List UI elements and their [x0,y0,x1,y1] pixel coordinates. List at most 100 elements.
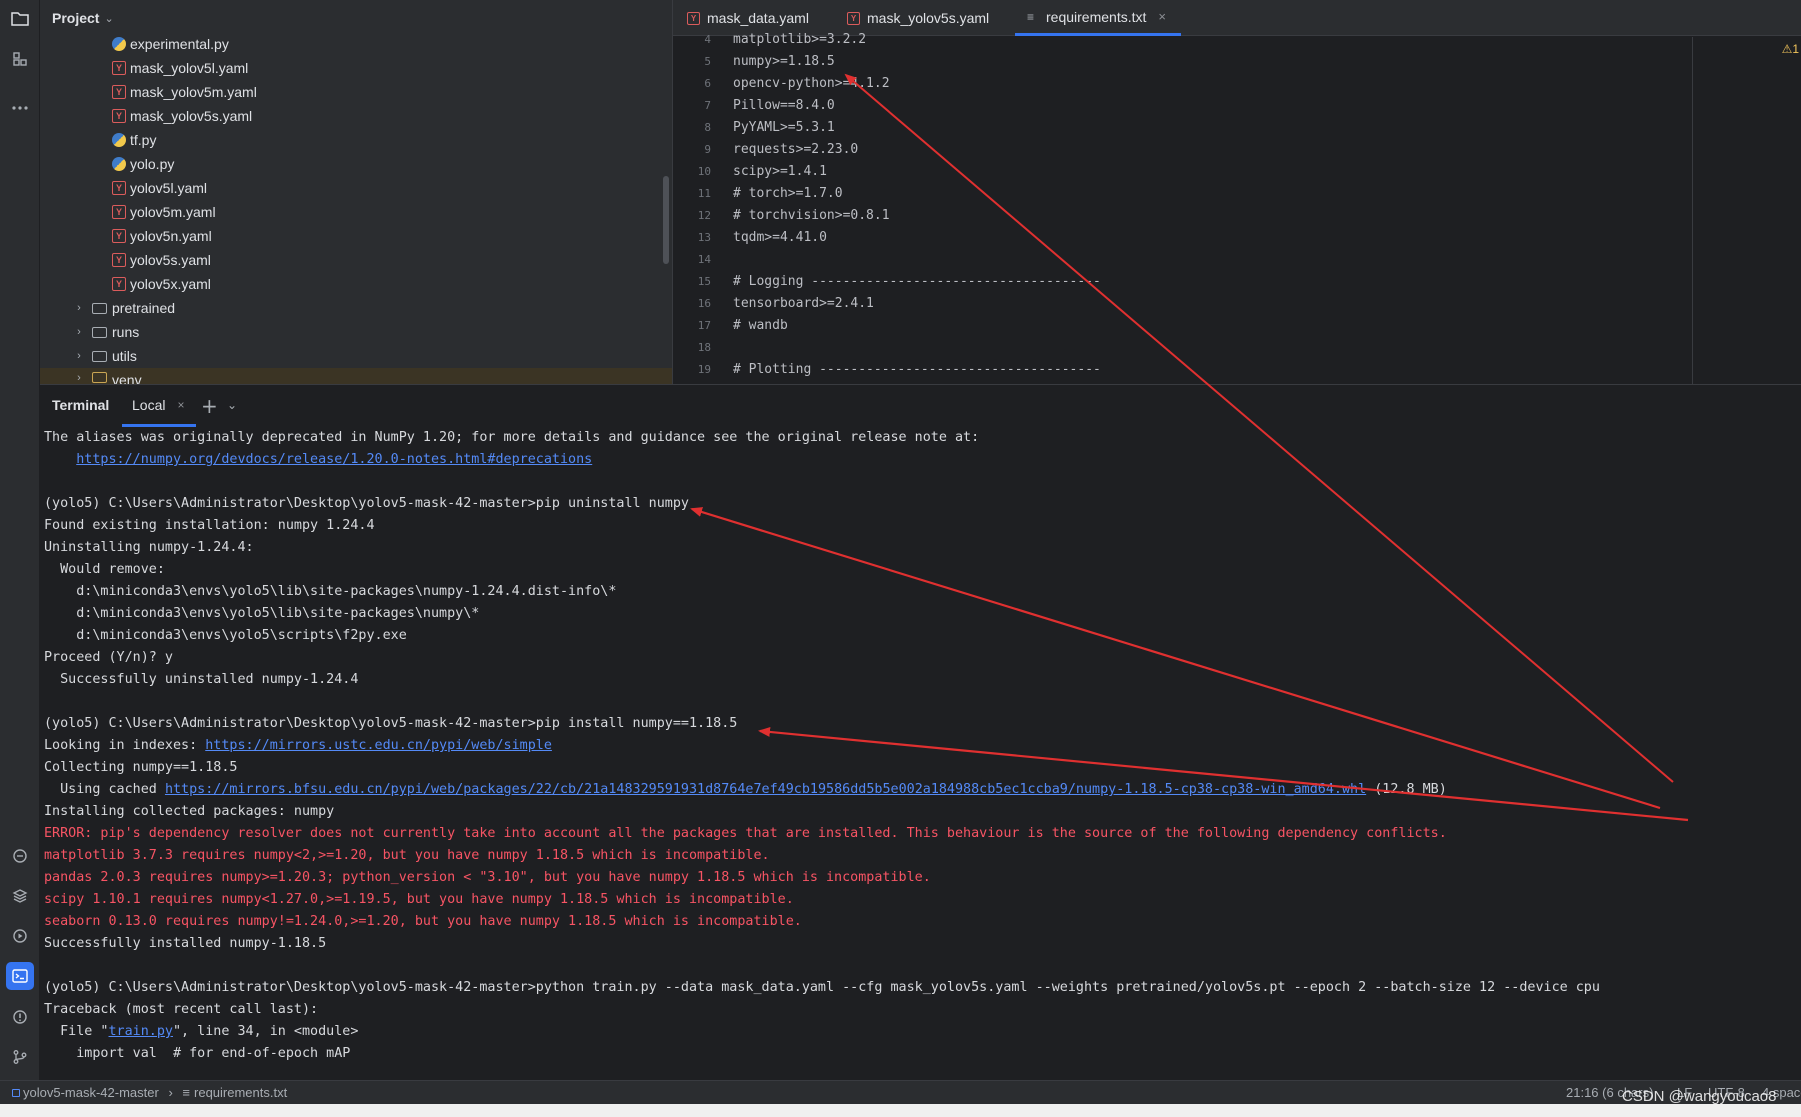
problems-icon[interactable] [6,1003,34,1031]
window-bottom-edge [0,1104,1801,1117]
tree-file[interactable]: Yyolov5x.yaml [40,272,672,296]
code-line: PyYAML>=5.3.1 [733,120,835,135]
breadcrumb-separator: › [168,1085,173,1100]
code-line: scipy>=1.4.1 [733,164,827,179]
file-name: yolov5l.yaml [130,180,208,196]
module-icon [12,1089,20,1097]
tree-file[interactable]: Ymask_yolov5s.yaml [40,104,672,128]
project-tool-icon[interactable] [6,4,34,32]
tree-scrollbar[interactable] [663,176,669,264]
tree-file[interactable]: yolo.py [40,152,672,176]
line-text: File " [44,1024,109,1039]
tree-folder[interactable]: › utils [40,344,672,368]
chevron-down-icon[interactable]: ⌄ [104,12,113,25]
structure-tool-icon[interactable] [6,45,34,73]
line-text: seaborn 0.13.0 requires numpy!=1.24.0,>=… [44,914,802,929]
terminal-line: Using cached https://mirrors.bfsu.edu.cn… [44,779,1447,801]
tree-folder[interactable]: › runs [40,320,672,344]
file-name: yolov5m.yaml [130,204,216,220]
python-file-icon [112,133,126,147]
tab-requirements-txt[interactable]: ≡ requirements.txt × [1015,0,1181,36]
tree-file[interactable]: tf.py [40,128,672,152]
tab-label: mask_data.yaml [707,10,809,26]
editor-panel: Y mask_data.yaml Y mask_yolov5s.yaml ≡ r… [672,0,1801,384]
terminal-line: Successfully installed numpy-1.18.5 [44,933,326,955]
line-number: 14 [697,253,711,266]
line-number: 17 [697,319,711,332]
chevron-right-icon[interactable]: › [72,326,86,338]
tree-file[interactable]: experimental.py [40,32,672,56]
project-title: Project [52,10,100,26]
tree-file[interactable]: Yyolov5m.yaml [40,200,672,224]
breadcrumb[interactable]: yolov5-mask-42-master › ≡ requirements.tx… [12,1085,287,1100]
code-line: # torch>=1.7.0 [733,186,843,201]
chevron-down-icon[interactable]: ⌄ [227,398,237,412]
git-icon[interactable] [6,1043,34,1071]
line-number: 15 [697,275,711,288]
tree-file[interactable]: Yyolov5s.yaml [40,248,672,272]
more-tools-icon[interactable] [6,94,34,122]
line-text: Found existing installation: numpy 1.24.… [44,518,375,533]
package-folder-icon [92,350,107,362]
chevron-right-icon[interactable]: › [72,350,86,362]
tree-file[interactable]: Yyolov5n.yaml [40,224,672,248]
tab-mask-yolov5s-yaml[interactable]: Y mask_yolov5s.yaml [847,0,989,36]
code-line: requests>=2.23.0 [733,142,859,157]
line-text [44,452,76,467]
close-icon[interactable]: × [1158,9,1166,24]
terminal-line: import val # for end-of-epoch mAP [44,1043,350,1065]
warning-badge[interactable]: ⚠1 [1782,42,1799,56]
folder-icon [92,326,107,338]
line-number: 16 [697,297,711,310]
line-text: The aliases was originally deprecated in… [44,430,980,445]
python-packages-icon[interactable] [6,882,34,910]
terminal-tool-icon[interactable] [6,962,34,990]
breadcrumb-file[interactable]: requirements.txt [194,1085,287,1100]
yaml-file-icon: Y [112,61,126,75]
chevron-right-icon[interactable]: › [72,302,86,314]
yaml-file-icon: Y [112,109,126,123]
chevron-right-icon[interactable]: › [72,372,86,384]
code-line: # Logging ------------------------------… [733,274,1101,289]
close-icon[interactable]: × [177,398,184,412]
terminal-link[interactable]: train.py [109,1024,174,1039]
tree-folder[interactable]: › venv [40,368,672,384]
breadcrumb-project[interactable]: yolov5-mask-42-master [23,1085,159,1100]
line-text: Proceed (Y/n)? y [44,650,173,665]
yaml-file-icon: Y [112,253,126,267]
line-number: 19 [697,363,711,376]
python-console-icon[interactable] [6,842,34,870]
error-line: matplotlib 3.7.3 requires numpy<2,>=1.20… [44,845,770,867]
terminal-line: d:\miniconda3\envs\yolo5\lib\site-packag… [44,581,616,603]
yaml-file-icon: Y [112,277,126,291]
services-icon[interactable] [6,922,34,950]
folder-icon [92,302,107,314]
file-name: yolo.py [130,156,175,172]
line-text: (yolo5) C:\Users\Administrator\Desktop\y… [44,980,1600,995]
tree-file[interactable]: Ymask_yolov5m.yaml [40,80,672,104]
terminal-link[interactable]: https://numpy.org/devdocs/release/1.20.0… [76,452,592,467]
line-text: Uninstalling numpy-1.24.4: [44,540,254,555]
tree-file[interactable]: Ymask_yolov5l.yaml [40,56,672,80]
add-terminal-icon[interactable]: + [201,394,218,418]
tab-local[interactable]: Local × [122,385,196,427]
line-number: 13 [697,231,711,244]
tree-folder[interactable]: › pretrained [40,296,672,320]
terminal-link[interactable]: https://mirrors.bfsu.edu.cn/pypi/web/pac… [165,782,1366,797]
terminal-link[interactable]: https://mirrors.ustc.edu.cn/pypi/web/sim… [205,738,552,753]
file-name: experimental.py [130,36,229,52]
file-name: mask_yolov5l.yaml [130,60,249,76]
terminal-panel: Terminal Local × + ⌄ The aliases was ori… [40,384,1801,1080]
line-text: (yolo5) C:\Users\Administrator\Desktop\y… [44,496,689,511]
line-number: 10 [697,165,711,178]
tree-file[interactable]: Yyolov5l.yaml [40,176,672,200]
error-line: scipy 1.10.1 requires numpy<1.27.0,>=1.1… [44,889,794,911]
terminal-line: Would remove: [44,559,165,581]
folder-name: runs [112,324,140,340]
project-header[interactable]: Project ⌄ [40,0,672,36]
line-text: matplotlib 3.7.3 requires numpy<2,>=1.20… [44,848,770,863]
terminal-line: https://numpy.org/devdocs/release/1.20.0… [44,449,592,471]
terminal-line: (yolo5) C:\Users\Administrator\Desktop\y… [44,977,1600,999]
file-name: mask_yolov5s.yaml [130,108,253,124]
line-text: Successfully installed numpy-1.18.5 [44,936,327,951]
